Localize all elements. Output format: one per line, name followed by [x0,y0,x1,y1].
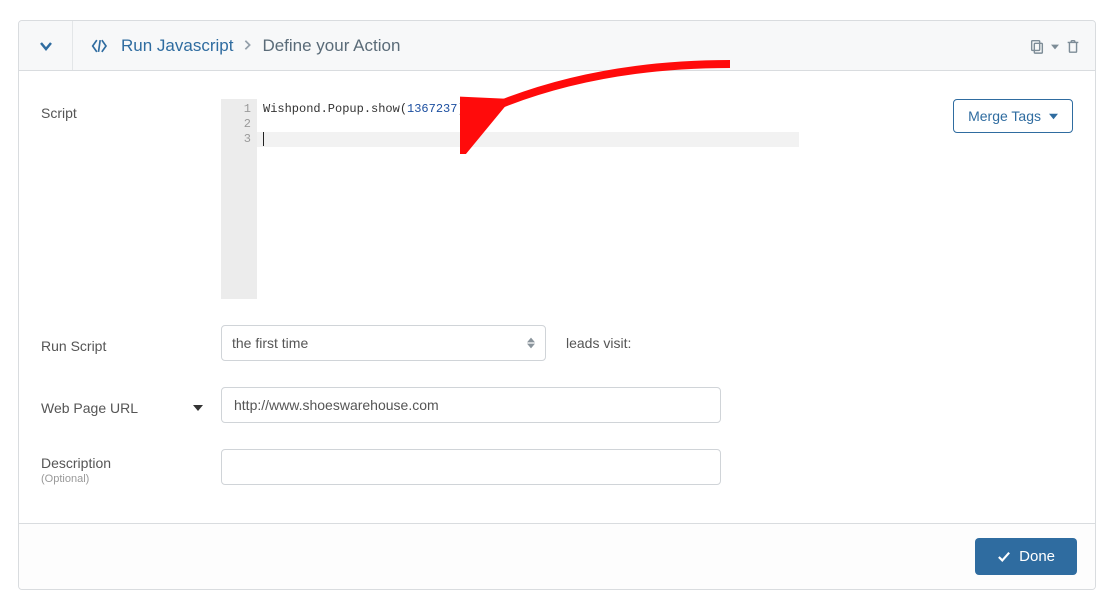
panel-header: Run Javascript Define your Action [19,21,1095,71]
description-label: Description (Optional) [41,449,221,485]
url-type-dropdown-icon[interactable] [193,400,203,416]
run-script-value: the first time [232,335,308,351]
breadcrumb-link[interactable]: Run Javascript [121,36,233,56]
chevron-down-icon [39,39,53,53]
editor-gutter: 1 2 3 [221,99,257,299]
leads-visit-label: leads visit: [566,335,631,351]
code-icon [91,38,111,54]
copy-icon[interactable] [1029,38,1045,54]
run-script-select[interactable]: the first time [221,325,546,361]
url-input[interactable] [221,387,721,423]
collapse-toggle[interactable] [19,21,73,70]
description-input[interactable] [221,449,721,485]
breadcrumb-current: Define your Action [262,36,400,56]
chevron-right-icon [243,36,252,56]
script-label: Script [41,99,221,121]
select-stepper-icon [527,337,535,349]
copy-dropdown-caret-icon[interactable] [1051,38,1059,54]
done-button[interactable]: Done [975,538,1077,575]
editor-cursor [263,132,264,146]
trash-icon[interactable] [1065,38,1081,54]
editor-code-area[interactable]: Wishpond.Popup.show(1367237); [257,99,799,299]
panel-footer: Done [19,523,1095,589]
done-label: Done [1019,548,1055,565]
url-label: Web Page URL [41,394,221,416]
merge-tags-label: Merge Tags [968,108,1041,124]
script-editor[interactable]: 1 2 3 Wishpond.Popup.show(1367237); [221,99,799,299]
check-icon [997,551,1011,563]
caret-down-icon [1049,108,1058,124]
run-script-label: Run Script [41,332,221,354]
action-panel: Run Javascript Define your Action [18,20,1096,590]
panel-body: Script 1 2 3 Wishpond.Popup.show(1367237… [19,71,1095,523]
breadcrumb: Run Javascript Define your Action [73,36,400,56]
merge-tags-button[interactable]: Merge Tags [953,99,1073,133]
